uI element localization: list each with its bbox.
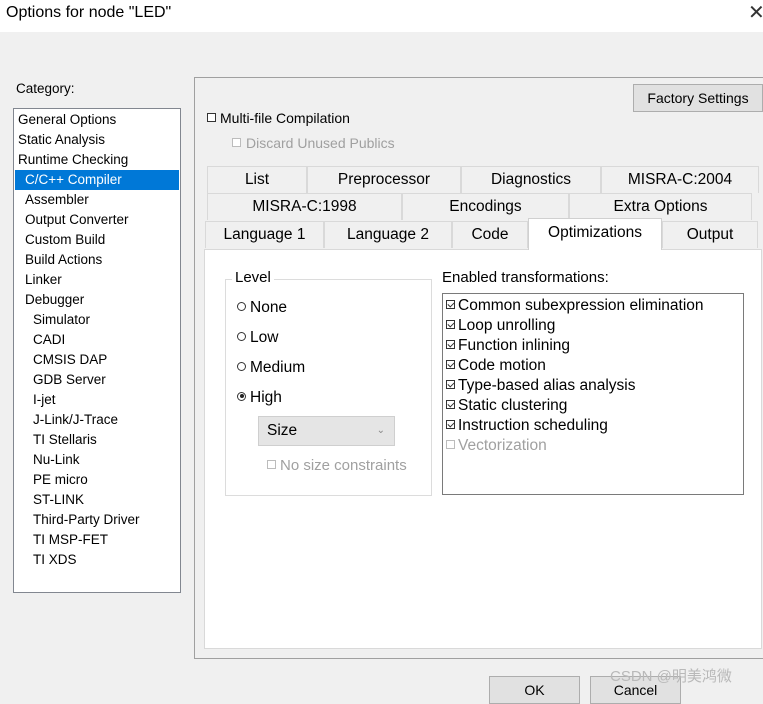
tab-code[interactable]: Code (452, 221, 528, 248)
no-size-constraints-checkbox: No size constraints (267, 457, 407, 474)
radio-icon[interactable] (237, 301, 246, 311)
transformation-item[interactable]: Loop unrolling (446, 316, 555, 336)
category-item[interactable]: ST-LINK (15, 490, 179, 510)
level-high-label: High (250, 389, 282, 406)
discard-unused-label: Discard Unused Publics (246, 135, 395, 151)
category-item[interactable]: GDB Server (15, 370, 179, 390)
discard-unused-publics-checkbox: Discard Unused Publics (232, 135, 395, 151)
category-item[interactable]: Assembler (15, 190, 179, 210)
multi-file-label: Multi-file Compilation (220, 110, 350, 126)
transformation-label: Type-based alias analysis (458, 377, 636, 394)
transformation-label: Loop unrolling (458, 317, 556, 334)
category-item[interactable]: Static Analysis (15, 130, 179, 150)
close-icon[interactable]: ✕ (748, 2, 763, 24)
category-item[interactable]: CMSIS DAP (15, 350, 179, 370)
category-label: Category: (16, 81, 75, 96)
tab-misra-c-2004[interactable]: MISRA-C:2004 (601, 166, 759, 193)
category-item[interactable]: Third-Party Driver (15, 510, 179, 530)
category-item[interactable]: I-jet (15, 390, 179, 410)
level-none-label: None (250, 299, 288, 316)
optimization-goal-select[interactable]: Size ⌄ (258, 416, 395, 446)
transformations-list: Common subexpression elimination Loop un… (442, 293, 744, 495)
category-item[interactable]: Linker (15, 270, 179, 290)
category-item[interactable]: CADI (15, 330, 179, 350)
tab-misra-c-1998[interactable]: MISRA-C:1998 (207, 193, 402, 220)
tab-optimizations[interactable]: Optimizations (528, 218, 662, 250)
category-item[interactable]: Output Converter (15, 210, 179, 230)
factory-settings-button[interactable]: Factory Settings (633, 84, 763, 112)
radio-icon[interactable] (237, 331, 246, 341)
transformation-label: Instruction scheduling (458, 417, 608, 434)
category-item[interactable]: Simulator (15, 310, 179, 330)
level-medium-radio[interactable]: Medium (237, 359, 305, 377)
tab-preprocessor[interactable]: Preprocessor (307, 166, 461, 193)
category-item[interactable]: TI Stellaris (15, 430, 179, 450)
category-item[interactable]: General Options (15, 110, 179, 130)
category-item[interactable]: TI XDS (15, 550, 179, 570)
checkbox-icon[interactable] (207, 113, 216, 123)
category-item[interactable]: Runtime Checking (15, 150, 179, 170)
tab-language-1[interactable]: Language 1 (205, 221, 324, 248)
checkbox-icon (446, 439, 455, 449)
category-item[interactable]: Custom Build (15, 230, 179, 250)
transformations-title: Enabled transformations: (442, 269, 609, 286)
checkbox-icon (267, 460, 276, 470)
tab-output[interactable]: Output (662, 221, 758, 248)
category-item-selected[interactable]: C/C++ Compiler (15, 170, 179, 190)
no-size-constraints-label: No size constraints (280, 457, 407, 474)
transformation-label: Static clustering (458, 397, 568, 414)
checkbox-checked-icon[interactable] (446, 379, 455, 389)
tab-language-2[interactable]: Language 2 (324, 221, 452, 248)
radio-selected-icon[interactable] (237, 391, 246, 401)
transformation-label: Function inlining (458, 337, 571, 354)
transformation-label: Code motion (458, 357, 546, 374)
transformation-item[interactable]: Type-based alias analysis (446, 376, 636, 396)
transformation-item[interactable]: Static clustering (446, 396, 567, 416)
checkbox-checked-icon[interactable] (446, 359, 455, 369)
tab-list[interactable]: List (207, 166, 307, 193)
transformation-label: Vectorization (458, 437, 547, 454)
tab-encodings[interactable]: Encodings (402, 193, 569, 220)
category-item[interactable]: PE micro (15, 470, 179, 490)
multi-file-compilation-checkbox[interactable]: Multi-file Compilation (207, 110, 350, 126)
select-value: Size (267, 422, 298, 439)
tab-diagnostics[interactable]: Diagnostics (461, 166, 601, 193)
transformation-item[interactable]: Common subexpression elimination (446, 296, 704, 316)
category-item[interactable]: J-Link/J-Trace (15, 410, 179, 430)
checkbox-checked-icon[interactable] (446, 399, 455, 409)
checkbox-icon (232, 138, 241, 148)
watermark: CSDN @明美鸿微 (610, 668, 732, 685)
level-none-radio[interactable]: None (237, 299, 287, 317)
level-high-radio[interactable]: High (237, 389, 282, 407)
tab-extra-options[interactable]: Extra Options (569, 193, 752, 220)
radio-icon[interactable] (237, 361, 246, 371)
chevron-down-icon: ⌄ (376, 425, 385, 436)
category-item[interactable]: Build Actions (15, 250, 179, 270)
level-title: Level (232, 269, 274, 286)
category-item[interactable]: TI MSP-FET (15, 530, 179, 550)
level-low-label: Low (250, 329, 279, 346)
category-item[interactable]: Nu-Link (15, 450, 179, 470)
category-item[interactable]: Debugger (15, 290, 179, 310)
transformation-label: Common subexpression elimination (458, 297, 704, 314)
transformation-item-disabled: Vectorization (446, 436, 547, 456)
checkbox-checked-icon[interactable] (446, 419, 455, 429)
level-low-radio[interactable]: Low (237, 329, 278, 347)
checkbox-checked-icon[interactable] (446, 299, 455, 309)
window-title: Options for node "LED" (6, 4, 172, 21)
category-list[interactable]: General Options Static Analysis Runtime … (13, 108, 181, 593)
ok-button[interactable]: OK (489, 676, 580, 704)
checkbox-checked-icon[interactable] (446, 339, 455, 349)
transformation-item[interactable]: Instruction scheduling (446, 416, 608, 436)
transformation-item[interactable]: Code motion (446, 356, 546, 376)
level-medium-label: Medium (250, 359, 306, 376)
checkbox-checked-icon[interactable] (446, 319, 455, 329)
transformation-item[interactable]: Function inlining (446, 336, 570, 356)
